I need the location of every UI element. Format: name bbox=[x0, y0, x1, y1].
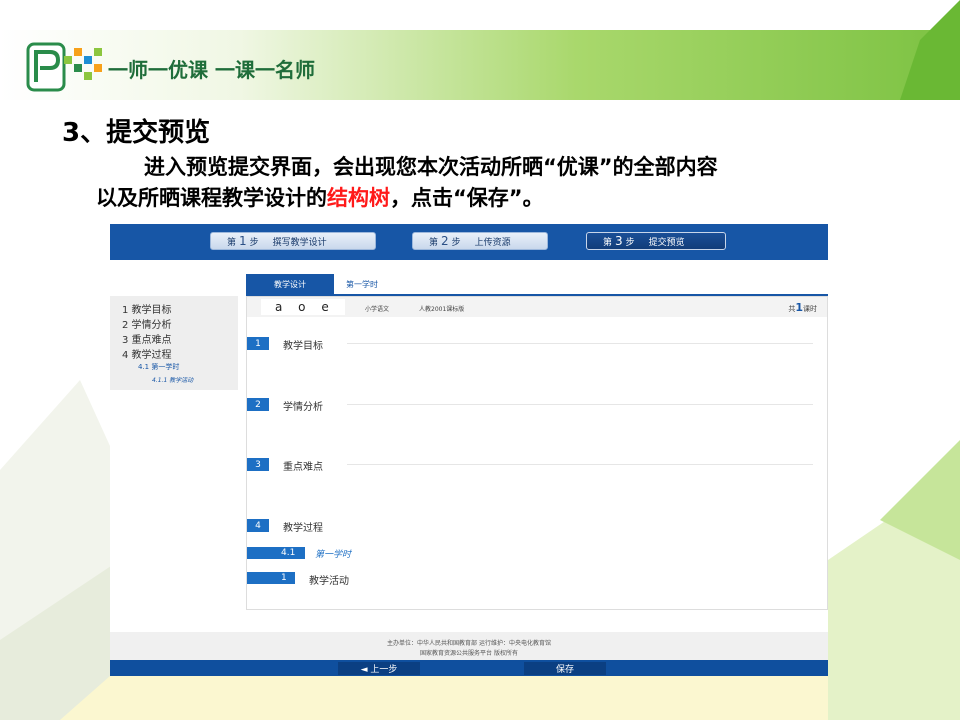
section-label: 教学过程 bbox=[283, 523, 323, 534]
body-line-2: 以及所晒课程教学设计的结构树，点击“保存”。 bbox=[96, 183, 916, 214]
action-bar: ◄ 上一步 保存 bbox=[110, 660, 828, 676]
footer-line-1: 主办单位：中华人民共和国教育部 运行维护：中央电化教育馆 bbox=[387, 640, 551, 647]
tree-item-goals[interactable]: 1 教学目标 bbox=[122, 301, 172, 316]
section-analysis: 2 学情分析 bbox=[247, 398, 827, 413]
design-content: a o e 小学语文 人教2001课标版 共1课时 1 教学目标 2 学情分析 … bbox=[246, 296, 828, 610]
body-text-part: ，点击“保存”。 bbox=[390, 186, 544, 210]
section-key-points: 3 重点难点 bbox=[247, 458, 827, 473]
total-count: 1 bbox=[795, 301, 803, 314]
step-suffix: 步 bbox=[451, 237, 461, 248]
tree-item-process[interactable]: 4 教学过程 bbox=[122, 346, 172, 361]
structure-tree-highlight: 结构树 bbox=[327, 186, 390, 210]
lesson-edition: 人教2001课标版 bbox=[419, 306, 465, 313]
slide-body: 进入预览提交界面，会出现您本次活动所晒“优课”的全部内容 以及所晒课程教学设计的… bbox=[96, 152, 916, 214]
logo-text: 一师一优课 一课一名师 bbox=[108, 58, 315, 82]
section-goals: 1 教学目标 bbox=[247, 337, 827, 352]
section-number: 4 bbox=[247, 519, 269, 532]
section-number: 1 bbox=[247, 337, 269, 350]
step-label: 提交预览 bbox=[648, 237, 685, 248]
preview-screenshot: 第 1 步撰写教学设计 第 2 步上传资源 第 3 步提交预览 教学设计 第一学时 1 教学… bbox=[110, 224, 828, 676]
lesson-meta: a o e 小学语文 人教2001课标版 共1课时 bbox=[247, 297, 827, 317]
footer-line-2: 国家教育资源公共服务平台 版权所有 bbox=[420, 650, 518, 657]
lesson-name: a o e bbox=[261, 299, 345, 315]
section-label: 重点难点 bbox=[283, 462, 323, 473]
step-suffix: 步 bbox=[249, 237, 259, 248]
section-number: 2 bbox=[247, 398, 269, 411]
section-number: 3 bbox=[247, 458, 269, 471]
slide-title: 3、提交预览 bbox=[62, 118, 211, 148]
section-label: 学情分析 bbox=[283, 402, 323, 413]
step-prefix: 第 bbox=[603, 237, 613, 248]
step-number: 3 bbox=[615, 234, 623, 248]
step-prefix: 第 bbox=[429, 237, 439, 248]
body-text-part: 以及所晒课程教学设计的 bbox=[96, 186, 327, 210]
section-label: 教学目标 bbox=[283, 341, 323, 352]
subsection-number: 4.1 bbox=[247, 547, 305, 559]
tree-item-analysis[interactable]: 2 学情分析 bbox=[122, 316, 172, 331]
step-1[interactable]: 第 1 步 撰写教学设计 bbox=[210, 232, 376, 250]
body-line-1: 进入预览提交界面，会出现您本次活动所晒“优课”的全部内容 bbox=[144, 155, 718, 179]
tree-item-activity[interactable]: 4.1.1 教学活动 bbox=[152, 375, 193, 384]
tree-item-key-points[interactable]: 3 重点难点 bbox=[122, 331, 172, 346]
step-prefix: 第 bbox=[227, 237, 237, 248]
tab-bar: 教学设计 第一学时 bbox=[246, 272, 828, 296]
step-label: 上传资源 bbox=[474, 237, 511, 248]
footer: 主办单位：中华人民共和国教育部 运行维护：中央电化教育馆 国家教育资源公共服务平… bbox=[110, 632, 828, 660]
tree-item-first-lesson[interactable]: 4.1 第一学时 bbox=[138, 362, 179, 372]
step-3[interactable]: 第 3 步 提交预览 bbox=[586, 232, 726, 250]
subsection-label: 第一学时 bbox=[315, 550, 352, 560]
total-suffix: 课时 bbox=[803, 305, 817, 313]
tab-first-lesson[interactable]: 第一学时 bbox=[346, 274, 378, 294]
section-process: 4 教学过程 bbox=[247, 519, 827, 534]
structure-tree: 1 教学目标 2 学情分析 3 重点难点 4 教学过程 4.1 第一学时 4.1… bbox=[110, 296, 238, 390]
step-2[interactable]: 第 2 步 上传资源 bbox=[412, 232, 548, 250]
step-suffix: 步 bbox=[625, 237, 635, 248]
save-button[interactable]: 保存 bbox=[524, 662, 606, 675]
activity-label: 教学活动 bbox=[309, 576, 349, 587]
step-number: 1 bbox=[239, 234, 247, 248]
prev-step-button[interactable]: ◄ 上一步 bbox=[338, 662, 420, 675]
activity-number: 1 bbox=[247, 572, 295, 584]
lesson-total: 共1课时 bbox=[788, 301, 817, 314]
step-number: 2 bbox=[441, 234, 449, 248]
tab-design[interactable]: 教学设计 bbox=[246, 274, 334, 294]
step-label: 撰写教学设计 bbox=[272, 237, 327, 248]
lesson-subject: 小学语文 bbox=[365, 306, 390, 313]
step-bar: 第 1 步撰写教学设计 第 2 步上传资源 第 3 步提交预览 bbox=[110, 224, 828, 260]
